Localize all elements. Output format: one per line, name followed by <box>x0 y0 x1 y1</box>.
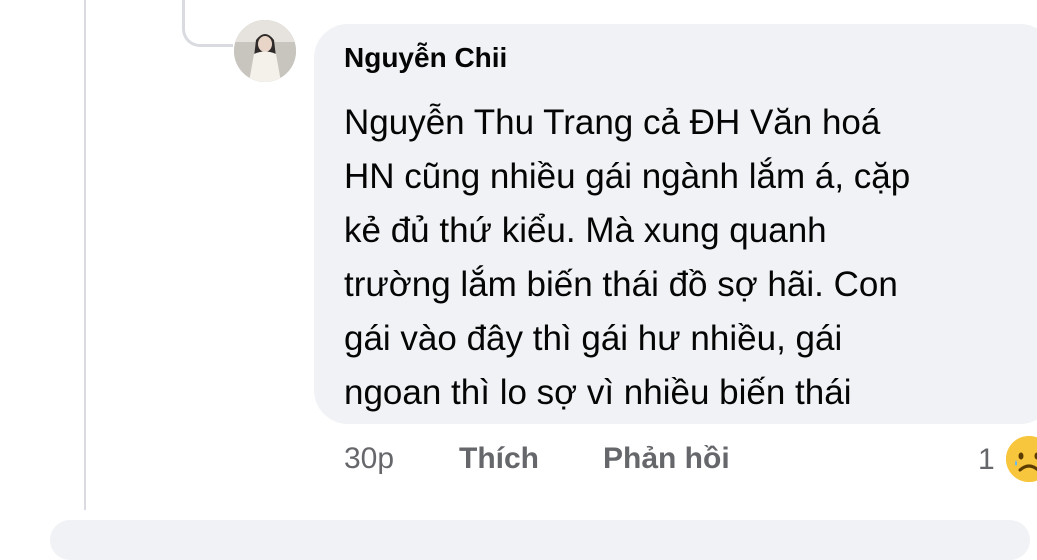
sad-face-glyph <box>1006 436 1037 482</box>
reply-button[interactable]: Phản hồi <box>603 442 730 476</box>
thread-line <box>84 0 86 510</box>
comment-text: Nguyễn Thu Trang cả ĐH Văn hoá HN cũng n… <box>344 96 1014 420</box>
comment-text-line: Nguyễn Thu Trang cả ĐH Văn hoá <box>344 96 1014 150</box>
reaction-count[interactable]: 1 <box>978 443 995 477</box>
reply-connector-line <box>182 0 233 47</box>
like-button[interactable]: Thích <box>459 442 539 476</box>
comment-text-line: gái vào đây thì gái hư nhiều, gái <box>344 312 1014 366</box>
comment-text-line: HN cũng nhiều gái ngành lắm á, cặp <box>344 150 1014 204</box>
next-comment-bubble <box>50 520 1030 560</box>
comment-text-line: kẻ đủ thứ kiểu. Mà xung quanh <box>344 204 1014 258</box>
comment-author[interactable]: Nguyễn Chii <box>344 42 507 74</box>
sad-face-icon[interactable] <box>1006 436 1037 482</box>
avatar[interactable] <box>234 20 296 82</box>
comment-text-line: trường lắm biến thái đồ sợ hãi. Con <box>344 258 1014 312</box>
comment-text-line: ngoan thì lo sợ vì nhiều biến thái <box>344 366 1014 420</box>
avatar-photo <box>234 20 296 82</box>
comment-time[interactable]: 30p <box>344 442 394 476</box>
